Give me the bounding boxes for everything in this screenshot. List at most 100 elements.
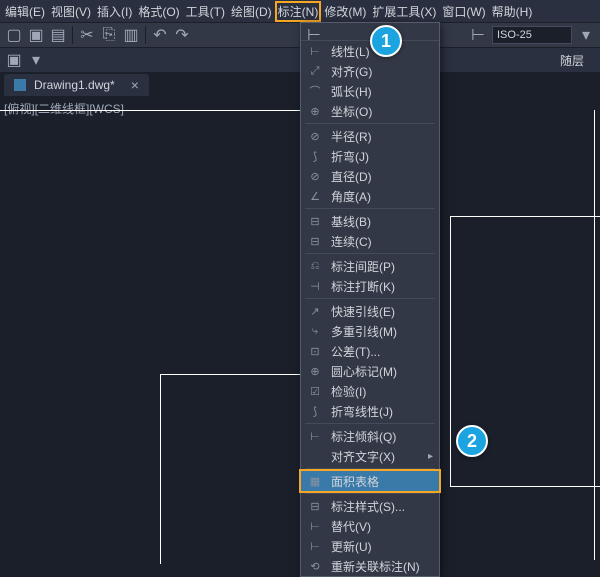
arc-length-icon: ⌒ xyxy=(307,84,323,98)
menu-6[interactable]: 标注(N) xyxy=(275,1,322,22)
layer-icon[interactable]: ▣ xyxy=(4,50,24,70)
menu-item-radius[interactable]: ⊘半径(R) xyxy=(301,126,439,146)
close-icon[interactable]: × xyxy=(131,77,139,93)
menu-1[interactable]: 视图(V) xyxy=(48,1,94,22)
menu-item-diameter[interactable]: ⊘直径(D) xyxy=(301,166,439,186)
tool-copy-icon[interactable]: ⎘ xyxy=(99,25,119,45)
reassociate-icon: ⟲ xyxy=(307,559,323,573)
menu-separator xyxy=(305,493,435,494)
menu-item-label: 圆心标记(M) xyxy=(331,363,397,380)
menu-item-align-text[interactable]: 对齐文字(X) xyxy=(301,446,439,466)
multi-leader-icon: ⤷ xyxy=(307,324,323,338)
tool-save-icon[interactable]: ▤ xyxy=(48,25,68,45)
layer-name-label: 随层 xyxy=(560,52,584,69)
file-tab-label: Drawing1.dwg* xyxy=(34,78,115,92)
tool-paste-icon[interactable]: ▥ xyxy=(121,25,141,45)
menu-item-label: 弧长(H) xyxy=(331,83,372,100)
menu-item-label: 对齐(G) xyxy=(331,63,372,80)
menu-item-update[interactable]: ⊢更新(U) xyxy=(301,536,439,556)
menu-separator xyxy=(305,298,435,299)
dim-style-select[interactable] xyxy=(492,26,572,44)
menu-7[interactable]: 修改(M) xyxy=(321,1,369,22)
menu-item-label: 折弯线性(J) xyxy=(331,403,393,420)
menu-4[interactable]: 工具(T) xyxy=(183,1,228,22)
layer-dropdown-icon[interactable]: ▾ xyxy=(26,50,46,70)
menu-item-dim-space[interactable]: ⎌标注间距(P) xyxy=(301,256,439,276)
menu-item-label: 线性(L) xyxy=(331,43,370,60)
menu-item-baseline[interactable]: ⊟基线(B) xyxy=(301,211,439,231)
menu-item-quick-leader[interactable]: ↗ 快速引线(E) xyxy=(301,301,439,321)
dim-prev-icon[interactable]: ⊢ xyxy=(468,25,488,45)
menu-item-label: 对齐文字(X) xyxy=(331,448,395,465)
aligned-icon: ⤢ xyxy=(307,64,323,78)
tool-redo-icon[interactable]: ↷ xyxy=(172,25,192,45)
menu-item-label: 连续(C) xyxy=(331,233,372,250)
menu-item-area-table[interactable]: ▦面积表格 xyxy=(299,469,441,493)
menu-item-label: 标注打断(K) xyxy=(331,278,395,295)
viewport-label: [俯视][二维线框][WCS] xyxy=(4,100,124,117)
menu-item-jog-linear[interactable]: ⟆折弯线性(J) xyxy=(301,401,439,421)
menu-3[interactable]: 格式(O) xyxy=(135,1,182,22)
menu-item-jogged[interactable]: ⟆ 折弯(J) xyxy=(301,146,439,166)
quick-dim-icon[interactable]: ⊢ xyxy=(307,25,321,39)
file-icon xyxy=(14,79,26,91)
drawing-edge xyxy=(450,216,451,486)
menu-item-reassociate[interactable]: ⟲ 重新关联标注(N) xyxy=(301,556,439,576)
tool-cut-icon[interactable]: ✂ xyxy=(77,25,97,45)
menu-item-label: 直径(D) xyxy=(331,168,372,185)
menu-item-label: 面积表格 xyxy=(331,473,379,490)
menu-item-label: 更新(U) xyxy=(331,538,372,555)
tool-undo-icon[interactable]: ↶ xyxy=(150,25,170,45)
menu-item-label: 快速引线(E) xyxy=(331,303,395,320)
drawing-edge xyxy=(0,110,300,111)
menu-item-oblique[interactable]: ⊢ 标注倾斜(Q) xyxy=(301,426,439,446)
menu-separator xyxy=(305,123,435,124)
menu-item-dim-break[interactable]: ⊣ 标注打断(K) xyxy=(301,276,439,296)
dimension-menu-dropdown: ⊢ ⊢ 线性(L) ⤢ 对齐(G) ⌒ 弧长(H) ⊕ 坐标(O) ⊘半径(R) ⟆ 折弯(J)⊘直… xyxy=(300,22,440,577)
menu-item-tolerance[interactable]: ⊡公差(T)... xyxy=(301,341,439,361)
file-tab[interactable]: Drawing1.dwg* × xyxy=(4,74,149,96)
align-text-icon xyxy=(307,449,323,463)
menu-item-ordinate[interactable]: ⊕ 坐标(O) xyxy=(301,101,439,121)
oblique-icon: ⊢ xyxy=(307,429,323,443)
menu-2[interactable]: 插入(I) xyxy=(94,1,135,22)
menu-item-inspect[interactable]: ☑检验(I) xyxy=(301,381,439,401)
menu-item-arc-length[interactable]: ⌒ 弧长(H) xyxy=(301,81,439,101)
menu-5[interactable]: 绘图(D) xyxy=(228,1,275,22)
menu-item-label: 标注样式(S)... xyxy=(331,498,405,515)
menu-10[interactable]: 帮助(H) xyxy=(489,1,536,22)
menu-9[interactable]: 窗口(W) xyxy=(439,1,488,22)
menu-item-label: 标注间距(P) xyxy=(331,258,395,275)
menu-item-center-mark[interactable]: ⊕圆心标记(M) xyxy=(301,361,439,381)
menu-item-label: 角度(A) xyxy=(331,188,371,205)
dim-style-icon: ⊟ xyxy=(307,499,323,513)
quick-leader-icon: ↗ xyxy=(307,304,323,318)
menu-item-angular[interactable]: ∠ 角度(A) xyxy=(301,186,439,206)
tool-new-icon[interactable]: ▢ xyxy=(4,25,24,45)
menu-item-aligned[interactable]: ⤢ 对齐(G) xyxy=(301,61,439,81)
menu-item-label: 坐标(O) xyxy=(331,103,372,120)
menu-item-continue[interactable]: ⊟ 连续(C) xyxy=(301,231,439,251)
dim-dropdown-icon[interactable]: ▾ xyxy=(576,25,596,45)
menu-item-multi-leader[interactable]: ⤷ 多重引线(M) xyxy=(301,321,439,341)
angular-icon: ∠ xyxy=(307,189,323,203)
jogged-icon: ⟆ xyxy=(307,149,323,163)
tool-open-icon[interactable]: ▣ xyxy=(26,25,46,45)
menu-8[interactable]: 扩展工具(X) xyxy=(369,1,439,22)
menu-item-label: 重新关联标注(N) xyxy=(331,558,420,575)
dim-break-icon: ⊣ xyxy=(307,279,323,293)
menu-0[interactable]: 编辑(E) xyxy=(2,1,48,22)
menu-item-dim-style[interactable]: ⊟ 标注样式(S)... xyxy=(301,496,439,516)
menu-item-override[interactable]: ⊢替代(V) xyxy=(301,516,439,536)
continue-icon: ⊟ xyxy=(307,234,323,248)
menu-item-label: 折弯(J) xyxy=(331,148,369,165)
menu-separator xyxy=(305,423,435,424)
menu-item-label: 半径(R) xyxy=(331,128,372,145)
menu-separator xyxy=(305,253,435,254)
menu-item-label: 多重引线(M) xyxy=(331,323,397,340)
ordinate-icon: ⊕ xyxy=(307,104,323,118)
drawing-edge xyxy=(594,110,595,560)
menu-item-label: 标注倾斜(Q) xyxy=(331,428,396,445)
linear-icon: ⊢ xyxy=(307,44,323,58)
tolerance-icon: ⊡ xyxy=(307,344,323,358)
